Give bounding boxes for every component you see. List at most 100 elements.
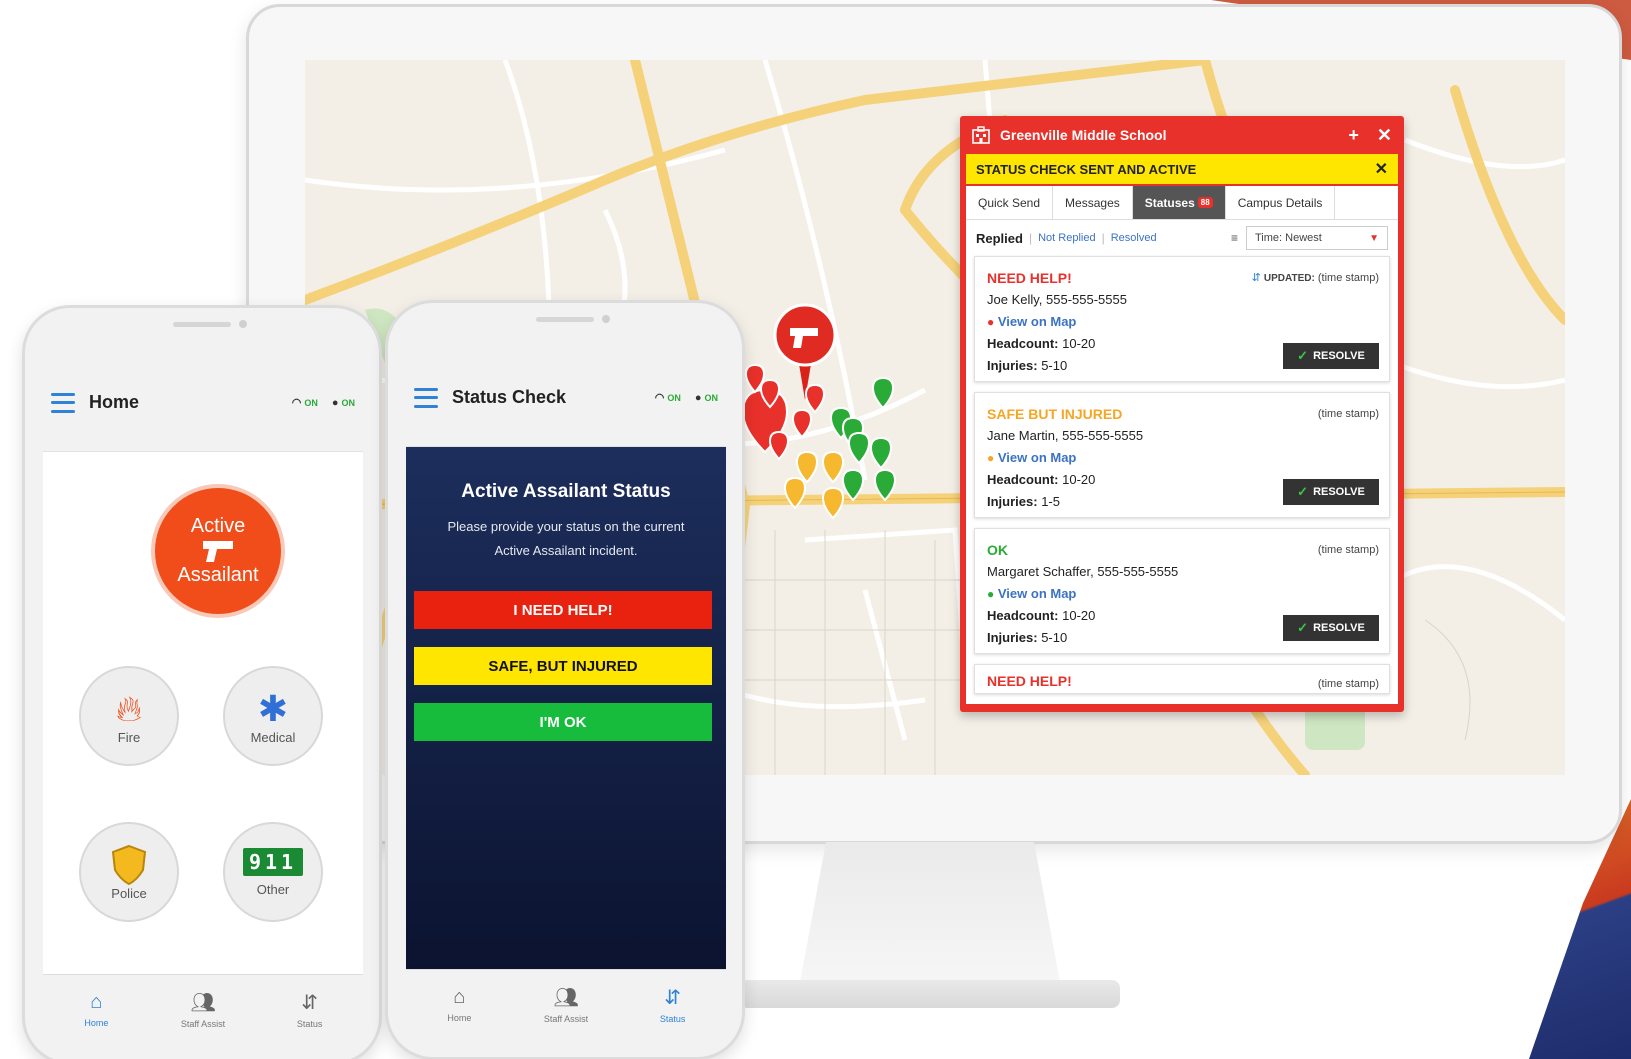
- medical-button[interactable]: ✱ Medical: [223, 666, 323, 766]
- building-icon: [972, 126, 990, 144]
- headcount-value: 10-20: [1062, 472, 1096, 487]
- menu-icon[interactable]: [51, 392, 75, 413]
- home-header: Home ◠ ON ● ON: [43, 354, 363, 452]
- bottom-tab-bar: ⌂ Home 👥︎ Staff Assist ⇵ Status: [43, 974, 363, 1044]
- view-on-map-link[interactable]: View on Map: [998, 314, 1077, 329]
- sort-filter-icon[interactable]: ≡: [1231, 231, 1238, 245]
- tab-status[interactable]: ⇵ Status: [619, 970, 726, 1039]
- close-icon[interactable]: ✕: [1377, 125, 1392, 146]
- filter-replied[interactable]: Replied: [976, 231, 1023, 246]
- injuries-value: 5-10: [1041, 630, 1068, 645]
- tab-label: Home: [84, 1018, 109, 1028]
- updated-icon: ⇵: [1251, 272, 1261, 284]
- tab-quick-send[interactable]: Quick Send: [966, 186, 1054, 219]
- medical-label: Medical: [250, 729, 296, 745]
- bottom-tab-bar: ⌂ Home 👥︎ Staff Assist ⇵ Status: [406, 969, 726, 1039]
- alert-close-icon[interactable]: ✕: [1375, 159, 1388, 179]
- im-ok-button[interactable]: I'M OK: [414, 703, 712, 741]
- fire-button[interactable]: 🔥︎ Fire: [79, 666, 179, 766]
- tab-statuses[interactable]: Statuses 88: [1132, 186, 1226, 219]
- safe-but-injured-button[interactable]: SAFE, BUT INJURED: [414, 647, 712, 685]
- updated-label: UPDATED:: [1263, 273, 1315, 284]
- tab-messages[interactable]: Messages: [1053, 186, 1133, 219]
- status-heading: Active Assailant Status: [461, 481, 671, 502]
- resolve-button[interactable]: ✓ RESOLVE: [1283, 479, 1379, 505]
- map-pin-icon: ●: [987, 451, 995, 465]
- tab-staff-assist[interactable]: 👥︎ Staff Assist: [513, 970, 620, 1039]
- filter-row: Replied | Not Replied | Resolved ≡ Time:…: [966, 220, 1398, 256]
- tab-staff-assist[interactable]: 👥︎ Staff Assist: [150, 975, 257, 1044]
- panel-tabs: Quick Send Messages Statuses 88 Campus De…: [966, 186, 1398, 220]
- check-icon: ✓: [1297, 348, 1309, 363]
- active-assailant-button[interactable]: Active Assailant: [151, 484, 285, 618]
- check-icon: ✓: [1297, 484, 1309, 499]
- resolve-button[interactable]: ✓ RESOLVE: [1283, 343, 1379, 369]
- location-status-text: ON: [341, 397, 356, 408]
- location-pin-icon: ●: [694, 391, 702, 404]
- tab-label: Staff Assist: [543, 1014, 589, 1024]
- status-card-list[interactable]: NEED HELP! ⇵ UPDATED: (time stamp) Joe K…: [966, 256, 1398, 694]
- injuries-value: 1-5: [1041, 494, 1060, 509]
- need-help-button[interactable]: I NEED HELP!: [414, 591, 712, 629]
- resolve-label: RESOLVE: [1313, 486, 1365, 498]
- filter-divider: |: [1101, 231, 1105, 245]
- other-label: Other: [256, 881, 290, 897]
- timestamp: (time stamp): [1317, 408, 1379, 420]
- phone-speaker: [536, 317, 594, 322]
- 911-icon: 911: [242, 847, 304, 876]
- view-on-map-row: ● View on Map: [987, 583, 1377, 605]
- status-description: Please provide your status on the curren…: [447, 519, 685, 558]
- panel-title: Greenville Middle School: [1000, 127, 1167, 143]
- add-icon[interactable]: +: [1348, 125, 1359, 146]
- filter-not-replied[interactable]: Not Replied: [1038, 232, 1095, 244]
- resolve-label: RESOLVE: [1313, 350, 1365, 362]
- sort-value: Time: Newest: [1255, 232, 1322, 244]
- tab-label: Staff Assist: [180, 1019, 226, 1029]
- person-name-phone: Jane Martin, 555-555-5555: [987, 428, 1144, 443]
- wifi-status-text: ON: [304, 398, 318, 408]
- view-on-map-link[interactable]: View on Map: [998, 450, 1077, 465]
- resolve-button[interactable]: ✓ RESOLVE: [1283, 615, 1379, 641]
- group-icon: 👥︎: [190, 992, 216, 1014]
- view-on-map-row: ● View on Map: [987, 311, 1377, 333]
- tab-home[interactable]: ⌂ Home: [406, 970, 513, 1039]
- status-screen: Status Check ◠ ON ● ON Active Assailant St…: [406, 349, 726, 1039]
- map-pin-icon: ●: [987, 587, 995, 601]
- filter-divider: |: [1028, 231, 1033, 245]
- police-label: Police: [111, 885, 147, 901]
- tab-label: Messages: [1065, 195, 1120, 210]
- sort-select[interactable]: Time: Newest ▼: [1246, 226, 1388, 250]
- injuries-label: Injuries:: [987, 358, 1038, 373]
- medical-star-icon: ✱: [257, 687, 289, 729]
- timestamp: (time stamp): [1317, 678, 1379, 690]
- tab-home[interactable]: ⌂ Home: [43, 975, 150, 1044]
- view-on-map-row: ● View on Map: [987, 447, 1377, 469]
- monitor-stand: [800, 842, 1060, 982]
- tab-campus-details[interactable]: Campus Details: [1226, 186, 1336, 219]
- police-button[interactable]: Police: [79, 822, 179, 922]
- fire-label: Fire: [117, 729, 141, 745]
- phone-speaker: [173, 322, 231, 327]
- page-title: Status Check: [452, 387, 567, 407]
- home-icon: ⌂: [90, 991, 103, 1013]
- status-content: Active Assailant Status Please provide y…: [406, 447, 726, 969]
- time-value: (time stamp): [1317, 272, 1379, 284]
- gun-icon: [203, 541, 233, 562]
- button-line2: Assailant: [177, 564, 259, 586]
- tab-status[interactable]: ⇵ Status: [256, 975, 363, 1044]
- button-line1: Active: [190, 515, 246, 537]
- injuries-value: 5-10: [1041, 358, 1068, 373]
- wifi-status: ◠ ON: [655, 391, 681, 404]
- other-button[interactable]: 911 Other: [223, 822, 323, 922]
- status-card: OK (time stamp) Margaret Schaffer, 555-5…: [974, 528, 1390, 654]
- filter-resolved[interactable]: Resolved: [1111, 232, 1157, 244]
- resolve-label: RESOLVE: [1313, 622, 1365, 634]
- status-card: NEED HELP! (time stamp): [974, 664, 1390, 694]
- status-header: Status Check ◠ ON ● ON: [406, 349, 726, 447]
- injuries-label: Injuries:: [987, 494, 1038, 509]
- headcount-value: 10-20: [1062, 608, 1096, 623]
- menu-icon[interactable]: [414, 387, 438, 408]
- view-on-map-link[interactable]: View on Map: [998, 586, 1077, 601]
- active-assailant-marker: [773, 303, 837, 400]
- person-name-phone: Joe Kelly, 555-555-5555: [987, 292, 1127, 307]
